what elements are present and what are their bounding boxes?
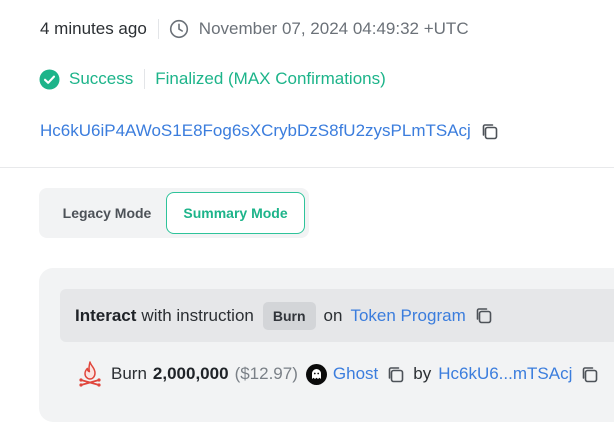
copy-icon[interactable] [474, 306, 493, 325]
burn-label: Burn [111, 364, 147, 383]
section-divider [0, 167, 614, 168]
signer-row: Hc6kU6iP4AWoS1E8Fog6sXCrybDzS8fU2zysPLmT… [40, 118, 499, 144]
tx-time-row: 4 minutes ago November 07, 2024 04:49:32… [40, 16, 469, 42]
instruction-with-text: with instruction [141, 305, 254, 325]
timestamp: November 07, 2024 04:49:32 +UTC [198, 19, 469, 38]
mode-toggle: Legacy Mode Summary Mode [39, 188, 309, 238]
summary-card: Interact with instruction Burn on Token … [39, 268, 614, 422]
tx-status-row: Success Finalized (MAX Confirmations) [39, 66, 386, 92]
instruction-verb: Interact [75, 305, 137, 325]
instruction-on-text: on [323, 305, 343, 325]
copy-icon[interactable] [580, 365, 599, 384]
burner-account-link[interactable]: Hc6kU6...mTSAcj [438, 364, 572, 384]
ghost-token-logo [305, 363, 327, 385]
divider [157, 19, 159, 39]
burn-amount: 2,000,000 [152, 364, 229, 383]
token-link[interactable]: Ghost [333, 364, 378, 384]
legacy-mode-button[interactable]: Legacy Mode [47, 192, 167, 234]
instruction-header: Interact with instruction Burn on Token … [60, 289, 614, 342]
instruction-badge: Burn [262, 301, 316, 330]
summary-mode-button[interactable]: Summary Mode [166, 192, 305, 234]
copy-icon[interactable] [386, 365, 405, 384]
copy-icon[interactable] [480, 122, 499, 141]
program-link[interactable]: Token Program [350, 306, 465, 326]
fire-icon [75, 359, 105, 389]
clock-icon [169, 19, 189, 39]
burn-usd-value: ($12.97) [234, 364, 298, 383]
signer-link[interactable]: Hc6kU6iP4AWoS1E8Fog6sXCrybDzS8fU2zysPLmT… [40, 121, 471, 141]
status-text: Success [69, 69, 134, 88]
by-text: by [413, 364, 432, 383]
divider [144, 69, 146, 89]
finality-text: Finalized (MAX Confirmations) [155, 69, 386, 88]
burn-row: Burn 2,000,000 ($12.97) Ghost by Hc6kU6.… [75, 358, 599, 390]
success-check-icon [39, 69, 60, 90]
time-ago: 4 minutes ago [40, 19, 147, 38]
